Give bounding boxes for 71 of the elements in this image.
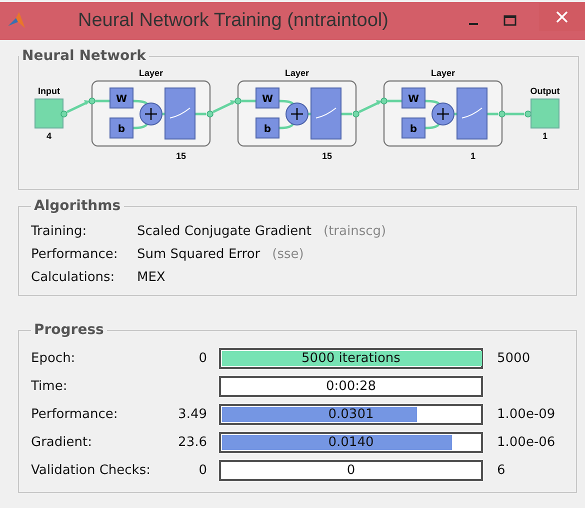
start-value: 23.6: [178, 434, 207, 450]
connector-arrow: [505, 110, 532, 118]
layer-title: Layer: [430, 68, 456, 78]
algorithm-label: Performance:: [31, 246, 119, 264]
plus-icon: [432, 102, 454, 126]
weight-box: [110, 88, 134, 108]
plus-icon: [286, 102, 308, 126]
progress-reading: 0.0140: [328, 434, 374, 450]
output-size: 1: [542, 131, 548, 141]
bias-label: b: [264, 124, 272, 135]
progress-label: Epoch:: [31, 350, 76, 366]
layer-size: 1: [470, 151, 476, 161]
layer-size: 15: [176, 151, 186, 161]
algorithm-value: MEX: [137, 269, 166, 287]
progress-label: Time:: [31, 378, 68, 394]
progress-label: Performance:: [31, 406, 119, 422]
connector-arrow: [358, 100, 382, 114]
weight-box: [256, 88, 280, 108]
input-size: 4: [46, 131, 52, 141]
algorithm-value: Sum Squared Error: [137, 246, 260, 264]
bias-label: b: [410, 124, 418, 135]
layer-size: 15: [322, 151, 332, 161]
target-value: 5000: [497, 350, 530, 366]
panel-title: Algorithms: [33, 198, 122, 214]
bias-box: [256, 118, 280, 138]
maximize-icon[interactable]: [503, 14, 517, 28]
connector-dot: [88, 98, 96, 104]
input-label: Input: [38, 86, 60, 96]
weight-label: W: [116, 94, 128, 105]
bias-box: [110, 118, 134, 138]
connector-dot: [498, 110, 506, 118]
weight-label: W: [408, 94, 420, 105]
weight-box: [402, 88, 426, 108]
connector-dot: [352, 110, 360, 118]
plus-icon: [140, 102, 162, 126]
window-title: Neural Network Training (nntraintool): [78, 10, 390, 32]
panel-title: Progress: [33, 322, 105, 338]
algorithm-label: Calculations:: [31, 269, 116, 287]
connector-dot: [234, 98, 242, 104]
layer-title: Layer: [138, 68, 164, 78]
transfer-function-icon: [164, 88, 196, 140]
function-name: (sse): [272, 246, 304, 264]
start-value: 0: [198, 350, 207, 366]
connector-dot: [206, 110, 214, 118]
output-node: [530, 98, 560, 128]
connector-dot: [380, 98, 388, 104]
target-value: 1.00e-06: [497, 434, 556, 450]
target-value: 1.00e-09: [497, 406, 556, 422]
progress-reading: 0.0301: [328, 406, 374, 422]
layer-title: Layer: [284, 68, 310, 78]
connector-arrow: [212, 100, 236, 114]
close-icon: [556, 11, 568, 23]
close-button[interactable]: [539, 3, 585, 31]
algorithm-label: Training:: [31, 223, 88, 241]
connector-arrow: [60, 100, 90, 118]
target-value: 6: [497, 462, 506, 478]
bias-box: [402, 118, 426, 138]
bias-label: b: [118, 124, 126, 135]
progress-label: Validation Checks:: [31, 462, 152, 478]
start-value: 3.49: [178, 406, 207, 422]
transfer-function-icon: [456, 88, 488, 140]
algorithm-value: Scaled Conjugate Gradient: [137, 223, 312, 241]
transfer-function-icon: [310, 88, 342, 140]
output-label: Output: [530, 86, 560, 96]
input-node: [34, 98, 64, 128]
progress-reading: 5000 iterations: [302, 350, 400, 366]
function-name: (trainscg): [324, 223, 386, 241]
progress-label: Gradient:: [31, 434, 93, 450]
panel-title: Neural Network: [21, 48, 147, 64]
start-value: 0: [198, 462, 207, 478]
weight-label: W: [262, 94, 274, 105]
